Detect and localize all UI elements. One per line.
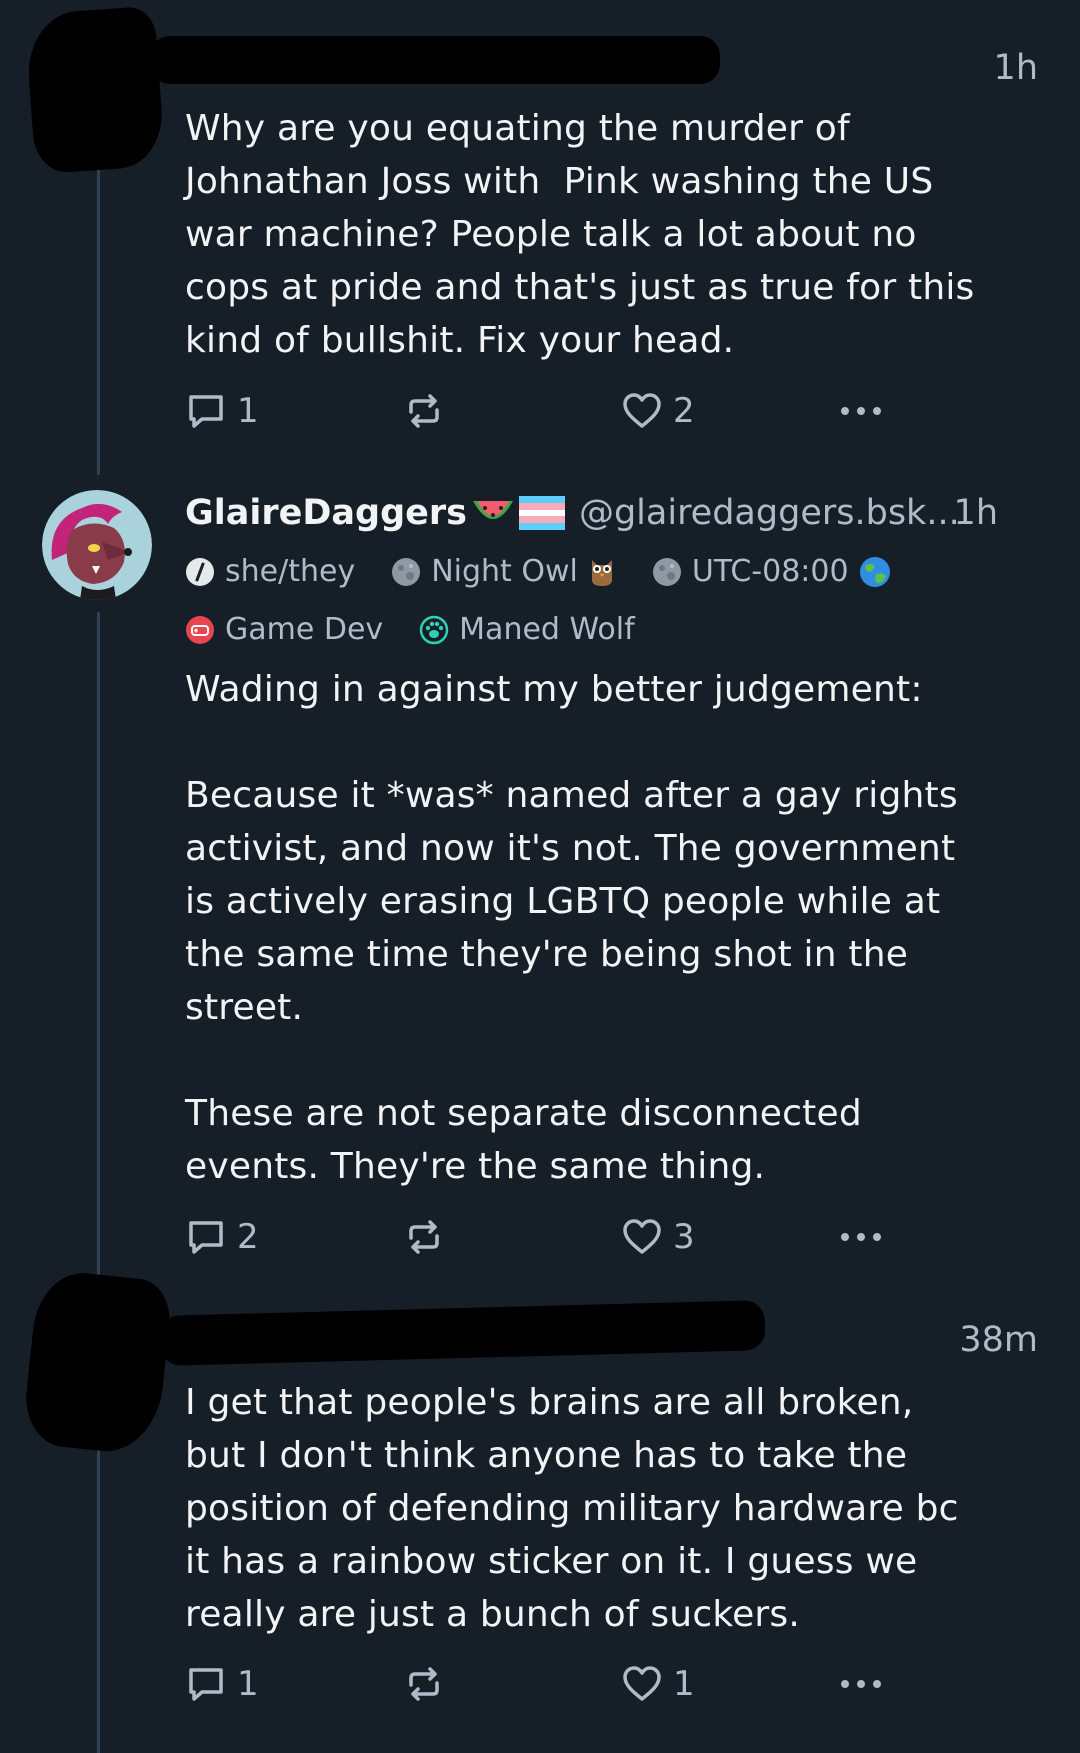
reply-button[interactable]: 2 (185, 1212, 259, 1262)
more-options-button[interactable] (837, 1212, 885, 1262)
author-name[interactable]: GlaireDaggers (185, 493, 467, 533)
post-text: I get that people's brains are all broke… (185, 1382, 959, 1635)
heart-icon (621, 1663, 663, 1705)
more-options-button[interactable] (837, 1659, 885, 1709)
redacted-author (150, 36, 720, 84)
reply-count: 1 (237, 1664, 259, 1704)
redacted-avatar (21, 1268, 174, 1457)
post-actions: 1 2 (185, 386, 1040, 436)
badge-label: Maned Wolf (459, 612, 635, 647)
paw-badge-icon (419, 615, 449, 645)
earth-globe-icon (859, 556, 891, 588)
reply-icon (185, 1663, 227, 1705)
moon-globe-icon (652, 557, 682, 587)
trans-flag-emoji-icon (518, 496, 565, 530)
reply-button[interactable]: 1 (185, 386, 259, 436)
badge-timezone[interactable]: UTC-08:00 (652, 554, 891, 589)
post-actions: 2 3 (185, 1212, 1040, 1262)
profile-badges-row-2: Game Dev Maned Wolf (185, 612, 1040, 647)
badge-game-dev[interactable]: Game Dev (185, 612, 383, 647)
reply-button[interactable]: 1 (185, 1659, 259, 1709)
post-3: I get that people's brains are all broke… (185, 1376, 1040, 1704)
post-timestamp: 1h (993, 48, 1038, 88)
repost-icon (403, 1216, 445, 1258)
badge-maned-wolf[interactable]: Maned Wolf (419, 612, 635, 647)
repost-button[interactable] (403, 1659, 445, 1709)
repost-icon (403, 390, 445, 432)
gamepad-badge-icon (185, 615, 215, 645)
thread-line (97, 612, 100, 1310)
ellipsis-icon (837, 401, 885, 421)
like-button[interactable]: 3 (621, 1212, 695, 1262)
reply-icon (185, 1216, 227, 1258)
thread-line (97, 1435, 100, 1753)
badge-night-owl[interactable]: Night Owl (391, 554, 616, 589)
like-count: 2 (673, 391, 695, 431)
redacted-author (159, 1300, 766, 1366)
moon-globe-icon (391, 557, 421, 587)
badge-label: UTC-08:00 (691, 554, 849, 589)
repost-button[interactable] (403, 386, 445, 436)
repost-button[interactable] (403, 1212, 445, 1262)
badge-pronouns[interactable]: she/they (185, 554, 355, 589)
repost-icon (403, 1663, 445, 1705)
post-text: Wading in against my better judgement: B… (185, 669, 958, 1187)
post-text: Why are you equating the murder of Johna… (185, 108, 975, 361)
thread-line (97, 160, 100, 475)
like-count: 1 (673, 1664, 695, 1704)
badge-label: Game Dev (225, 612, 384, 647)
avatar[interactable] (42, 490, 152, 600)
post-timestamp: 38m (959, 1320, 1038, 1360)
post-actions: 1 1 (185, 1659, 1040, 1709)
reply-count: 1 (237, 391, 259, 431)
watermelon-emoji-icon (471, 493, 515, 533)
post-1: Why are you equating the murder of Johna… (185, 102, 1040, 431)
heart-icon (621, 1216, 663, 1258)
post-timestamp: 1h (953, 493, 998, 533)
more-options-button[interactable] (837, 386, 885, 436)
like-count: 3 (673, 1217, 695, 1257)
profile-badges-row-1: she/they Night Owl UTC-08:00 (185, 554, 1040, 589)
like-button[interactable]: 1 (621, 1659, 695, 1709)
pronoun-badge-icon (185, 557, 215, 587)
reply-count: 2 (237, 1217, 259, 1257)
badge-label: she/they (225, 554, 356, 589)
ellipsis-icon (837, 1674, 885, 1694)
ellipsis-icon (837, 1227, 885, 1247)
author-handle[interactable]: @glairedaggers.bsk... (579, 493, 960, 533)
reply-icon (185, 390, 227, 432)
redacted-avatar (24, 5, 166, 175)
author-line: GlaireDaggers @glairedaggers.bsk... 1h (185, 488, 1040, 538)
post-2: Wading in against my better judgement: B… (185, 663, 1040, 1257)
heart-icon (621, 390, 663, 432)
badge-label: Night Owl (431, 554, 578, 589)
like-button[interactable]: 2 (621, 386, 695, 436)
owl-icon (588, 556, 616, 588)
